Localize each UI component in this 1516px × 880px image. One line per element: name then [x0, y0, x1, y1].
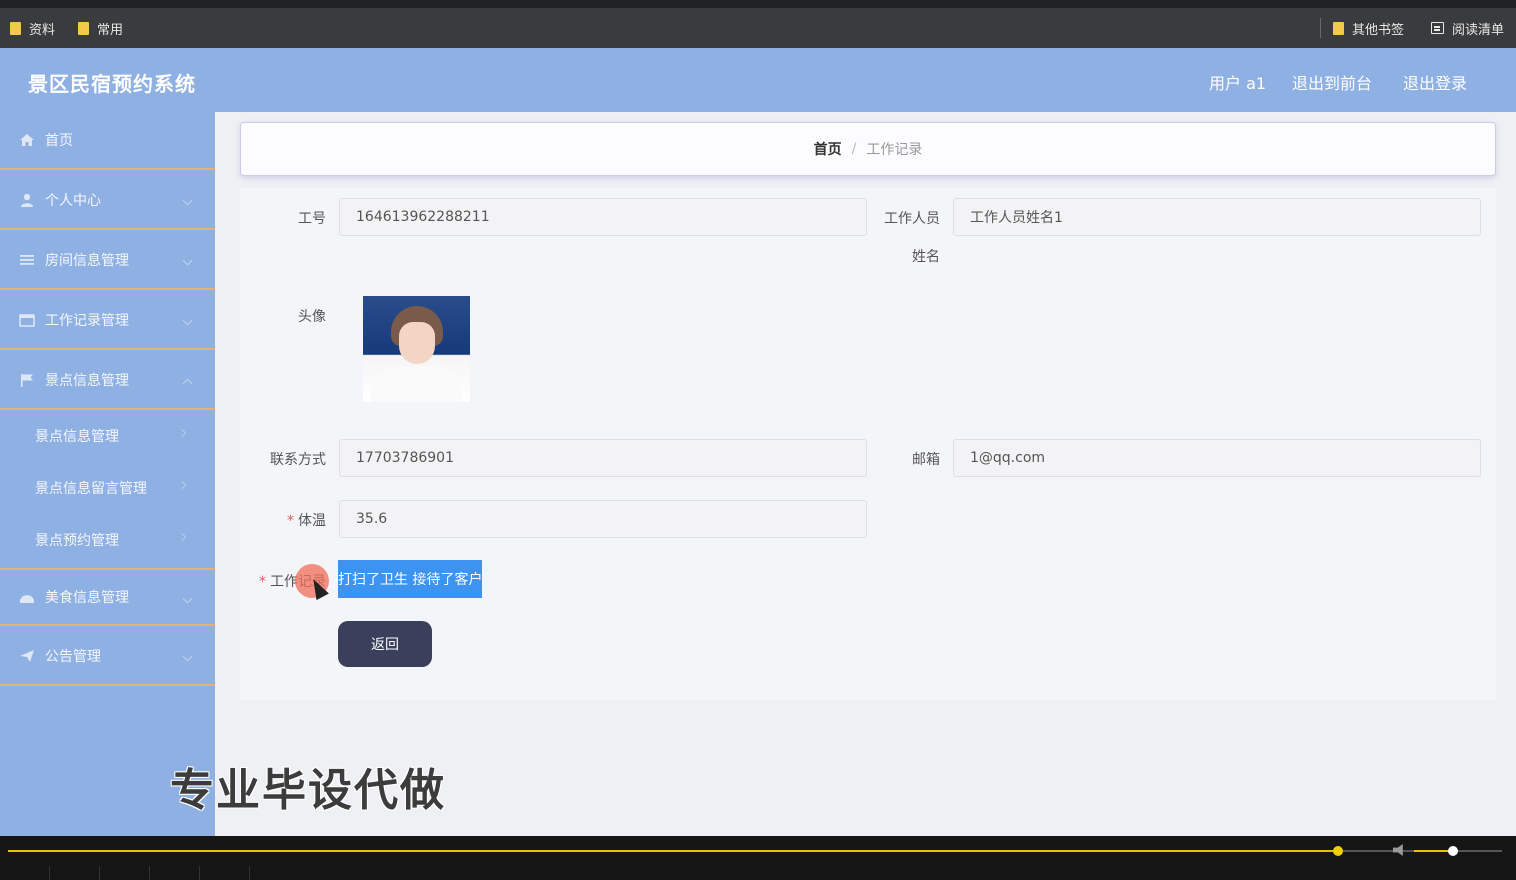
volume-fill: [1414, 850, 1453, 852]
home-icon: [20, 134, 34, 146]
list-icon: [20, 255, 34, 265]
sidebar-item-label: 个人中心: [45, 193, 101, 209]
contact-field[interactable]: 17703786901: [339, 439, 867, 477]
sidebar-item-attractions[interactable]: 景点信息管理: [0, 352, 215, 410]
folder-icon: [10, 21, 21, 35]
logout-link[interactable]: 退出登录: [1403, 70, 1467, 94]
temperature-field[interactable]: 35.6: [339, 500, 867, 538]
avatar-image: [363, 296, 470, 402]
back-button[interactable]: 返回: [338, 621, 432, 667]
bookmark-folder-1[interactable]: 资料: [10, 18, 55, 38]
sidebar-subitem-attraction-info[interactable]: 景点信息管理: [0, 410, 215, 462]
food-icon: [20, 595, 34, 603]
player-tab: [0, 866, 50, 880]
sidebar-item-profile[interactable]: 个人中心: [0, 172, 215, 230]
bookmark-reading-list[interactable]: 阅读清单: [1431, 18, 1504, 38]
video-player-bar: [0, 836, 1516, 880]
folder-icon: [78, 21, 89, 35]
chevron-down-icon: [182, 255, 193, 266]
staff-name-label-line2: 姓名: [912, 249, 940, 265]
app-header: 景区民宿预约系统 用户 a1 退出到前台 退出登录: [0, 48, 1516, 112]
work-record-value[interactable]: 打扫了卫生 接待了客户: [338, 560, 483, 598]
chevron-right-icon: [177, 480, 187, 490]
exit-to-front-link[interactable]: 退出到前台: [1292, 70, 1372, 94]
email-label: 邮箱: [912, 452, 940, 468]
chevron-down-icon: [182, 195, 193, 206]
sidebar-item-label: 工作记录管理: [45, 313, 129, 329]
video-progress-bar[interactable]: [8, 846, 1502, 856]
player-tab: [150, 866, 200, 880]
chevron-up-icon: [182, 378, 193, 389]
user-label[interactable]: 用户 a1: [1209, 70, 1266, 94]
sidebar-item-label: 房间信息管理: [45, 253, 129, 269]
breadcrumb-separator: /: [851, 141, 857, 157]
bookmark-label: 阅读清单: [1452, 22, 1505, 38]
chevron-right-icon: [177, 532, 187, 542]
reading-list-icon: [1431, 22, 1444, 34]
avatar-face: [399, 322, 435, 364]
sidebar-item-work-records[interactable]: 工作记录管理: [0, 292, 215, 350]
sidebar-item-label: 公告管理: [45, 649, 101, 665]
sidebar-subitem-attraction-messages[interactable]: 景点信息留言管理: [0, 462, 215, 514]
job-no-field[interactable]: 164613962288211: [339, 198, 867, 236]
email-field[interactable]: 1@qq.com: [953, 439, 1481, 477]
progress-knob[interactable]: [1332, 846, 1343, 856]
player-tabs: [0, 866, 250, 880]
bookmark-folder-2[interactable]: 常用: [78, 18, 123, 38]
staff-name-label-line1: 工作人员: [884, 211, 940, 227]
bookmark-label: 资料: [29, 22, 56, 38]
detail-form: 工号 164613962288211 工作人员 姓名 工作人员姓名1 头像 联系…: [240, 188, 1496, 700]
player-tab: [100, 866, 150, 880]
required-mark: *: [287, 513, 294, 529]
calendar-icon: [19, 314, 35, 327]
browser-bookmarks-bar: 资料 常用 其他书签 阅读清单: [0, 0, 1516, 48]
chevron-down-icon: [182, 315, 193, 326]
sidebar-subitem-label: 景点信息管理: [35, 429, 119, 445]
chevron-right-icon: [177, 428, 187, 438]
player-tab: [200, 866, 250, 880]
bookmark-divider: [1320, 18, 1321, 38]
bookmark-label: 常用: [97, 22, 124, 38]
sidebar-subitem-attraction-bookings[interactable]: 景点预约管理: [0, 514, 215, 566]
sidebar-subitem-label: 景点预约管理: [35, 533, 119, 549]
breadcrumb-home[interactable]: 首页: [814, 139, 842, 159]
sidebar-item-label: 美食信息管理: [45, 590, 129, 606]
contact-label: 联系方式: [270, 452, 326, 468]
user-icon: [21, 193, 33, 207]
send-icon: [20, 650, 34, 662]
breadcrumb: 首页 / 工作记录: [240, 122, 1496, 176]
required-mark: *: [259, 574, 266, 590]
volume-knob[interactable]: [1447, 846, 1458, 856]
sidebar-item-home[interactable]: 首页: [0, 112, 215, 170]
job-no-label: 工号: [298, 211, 326, 227]
avatar-label: 头像: [298, 309, 326, 325]
sidebar-item-announcements[interactable]: 公告管理: [0, 628, 215, 686]
temperature-label-text: 体温: [298, 513, 326, 529]
avatar-body: [371, 366, 463, 402]
main-content: 首页 / 工作记录 工号 164613962288211 工作人员 姓名 工作人…: [215, 112, 1516, 836]
chevron-down-icon: [182, 651, 193, 662]
sidebar-item-label: 景点信息管理: [45, 373, 129, 389]
sidebar: 首页 个人中心 房间信息管理 工作记录管理 景点信息管理 景点信息管理 景点信息…: [0, 112, 215, 836]
bookmark-label: 其他书签: [1352, 22, 1405, 38]
staff-name-field[interactable]: 工作人员姓名1: [953, 198, 1481, 236]
chevron-down-icon: [182, 593, 193, 604]
volume-slider[interactable]: [1414, 846, 1502, 856]
sidebar-item-label: 首页: [45, 133, 73, 149]
sidebar-item-food[interactable]: 美食信息管理: [0, 568, 215, 626]
progress-fill: [8, 850, 1338, 852]
app-title: 景区民宿预约系统: [28, 72, 196, 96]
sidebar-item-rooms[interactable]: 房间信息管理: [0, 232, 215, 290]
watermark-text: 专业毕设代做: [170, 765, 446, 816]
flag-icon: [21, 374, 33, 387]
browser-tab-strip: [0, 0, 1516, 8]
folder-icon: [1333, 21, 1344, 35]
temperature-label: * 体温: [250, 510, 326, 530]
bookmark-other[interactable]: 其他书签: [1333, 18, 1404, 38]
player-tab: [50, 866, 100, 880]
sidebar-subitem-label: 景点信息留言管理: [35, 481, 147, 497]
breadcrumb-current: 工作记录: [866, 142, 923, 158]
